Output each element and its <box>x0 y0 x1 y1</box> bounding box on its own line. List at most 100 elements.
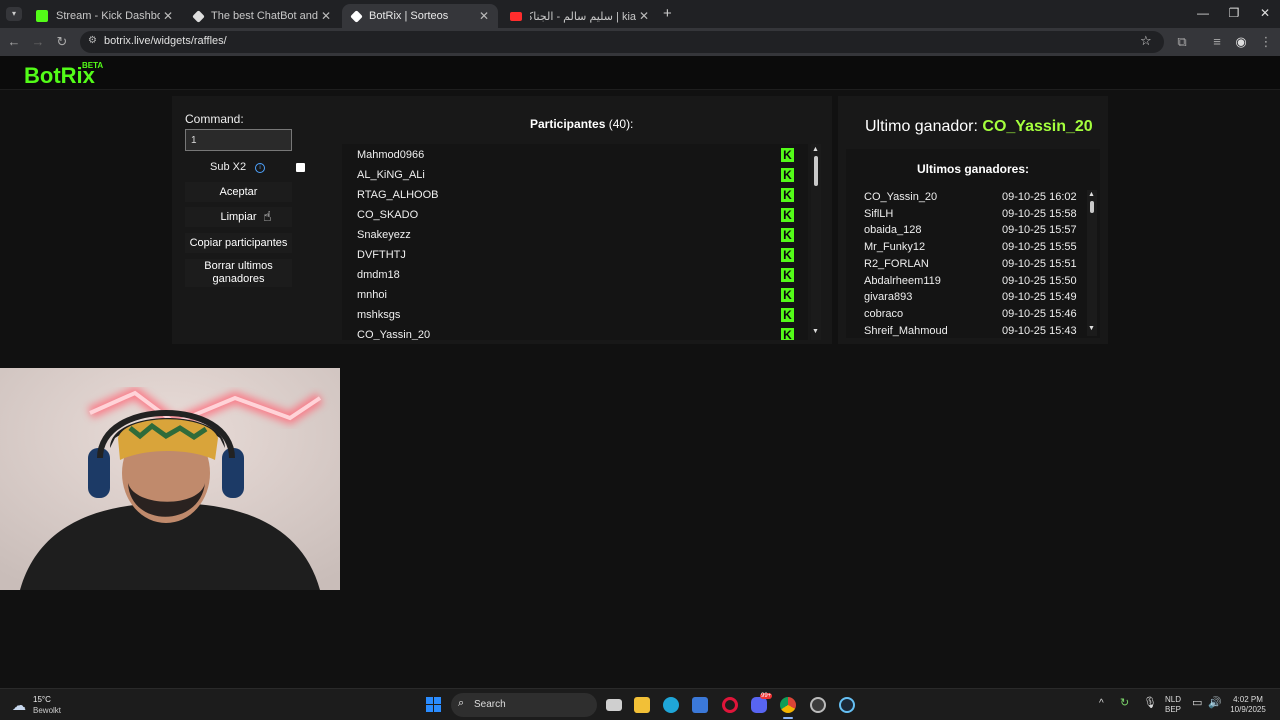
participant-name: CO_SKADO <box>357 209 419 221</box>
volume-icon[interactable]: 🔊 <box>1208 697 1222 710</box>
tab-label: BotRix | Sorteos <box>369 10 449 22</box>
info-icon[interactable]: i <box>255 163 265 173</box>
close-tab-icon[interactable]: ✕ <box>160 9 176 23</box>
discord-icon[interactable] <box>751 697 767 713</box>
reload-icon[interactable]: ↻ <box>53 34 71 50</box>
discord-badge: 99+ <box>760 693 773 699</box>
tab-search-button[interactable]: ▾ <box>6 7 22 21</box>
task-view-icon[interactable] <box>606 699 622 711</box>
sub-x2-checkbox[interactable] <box>296 163 305 172</box>
winner-name: CO_Yassin_20 <box>864 191 938 203</box>
kick-platform-icon: K <box>781 328 794 340</box>
kick-platform-icon: K <box>781 248 794 262</box>
edge-icon[interactable] <box>663 697 679 713</box>
taskbar-search[interactable]: ⌕ Search <box>451 693 597 717</box>
kick-platform-icon: K <box>781 168 794 182</box>
menu-icon[interactable]: ⋮ <box>1257 34 1275 50</box>
recent-winners-heading: Ultimos ganadores: <box>916 162 1030 176</box>
botrix-favicon-icon <box>350 9 363 23</box>
last-winner-name: CO_Yassin_20 <box>982 118 1093 135</box>
weather-widget[interactable]: ☁ 15°C Bewolkt <box>10 694 70 716</box>
scrollbar-thumb[interactable] <box>814 156 818 186</box>
close-tab-icon[interactable]: ✕ <box>636 9 652 23</box>
site-info-icon[interactable]: ⚙ <box>88 35 97 46</box>
winner-name: Mr_Funky12 <box>864 241 926 254</box>
scrollbar-thumb[interactable] <box>1090 201 1094 213</box>
store-icon[interactable] <box>692 697 708 713</box>
search-icon: ⌕ <box>458 697 465 709</box>
clear-button[interactable]: Limpiar <box>185 207 292 227</box>
microphone-icon[interactable]: 🎙 <box>1143 697 1157 710</box>
participant-name: mshksgs <box>357 309 401 321</box>
kick-platform-icon: K <box>781 228 794 242</box>
tab-youtube[interactable]: kia | سليم سالم - الجناكية (3092) ✕ <box>500 4 658 28</box>
scroll-down-icon[interactable]: ▼ <box>812 328 819 335</box>
browser-toolbar: ← → ↻ ⚙ botrix.live/widgets/raffles/ ☆ ⧉… <box>0 28 1280 56</box>
last-winner-label: Ultimo ganador: <box>865 118 978 135</box>
lang-bottom: BEP <box>1164 704 1181 714</box>
media-control-icon[interactable]: ≡ <box>1208 34 1226 49</box>
command-label: Command: <box>185 112 244 126</box>
tab-botrix-sorteos[interactable]: BotRix | Sorteos ✕ <box>342 4 498 28</box>
obs-icon[interactable] <box>810 697 826 713</box>
sync-icon[interactable]: ↻ <box>1120 697 1129 710</box>
chrome-active-indicator <box>783 717 793 719</box>
scroll-up-icon[interactable]: ▲ <box>1088 191 1095 198</box>
participant-name: DVFTHTJ <box>357 249 406 261</box>
tab-botrix-home[interactable]: The best ChatBot and Widgets ✕ <box>184 4 340 28</box>
participants-scrollbar[interactable]: ▲ ▼ <box>811 144 821 340</box>
accept-button[interactable]: Aceptar <box>185 182 292 202</box>
command-input[interactable] <box>185 129 292 151</box>
display-icon[interactable]: ▭ <box>1192 697 1202 710</box>
participant-name: Mahmod0966 <box>357 149 425 161</box>
participants-heading: Participantes (40): <box>530 117 633 131</box>
delete-winners-button[interactable]: Borrar ultimos ganadores <box>185 259 292 287</box>
address-bar[interactable]: ⚙ botrix.live/widgets/raffles/ ☆ <box>80 31 1164 53</box>
participants-list[interactable]: Mahmod0966 K AL_KiNG_ALi K RTAG_ALHOOB K CO_SK… <box>342 144 808 340</box>
restore-icon[interactable]: ❐ <box>1224 6 1244 20</box>
close-tab-icon[interactable]: ✕ <box>476 9 492 23</box>
chrome-icon[interactable] <box>780 697 796 713</box>
kick-platform-icon: K <box>781 188 794 202</box>
new-tab-button[interactable]: + <box>663 5 672 22</box>
back-icon[interactable]: ← <box>5 34 23 49</box>
file-explorer-icon[interactable] <box>634 697 650 713</box>
steam-icon[interactable] <box>839 697 855 713</box>
recent-winners-list[interactable]: CO_Yassin_20 09-10-25 16:02 SiflLH 09-10-25… <box>846 186 1100 338</box>
extensions-icon[interactable]: ⧉ <box>1173 34 1191 50</box>
participant-row: CO_SKADO K <box>342 205 808 225</box>
winner-row: obaida_128 09-10-25 15:57 <box>846 222 1100 239</box>
beta-badge: BETA <box>82 61 104 70</box>
winner-name: R2_FORLAN <box>864 257 929 270</box>
bookmark-star-icon[interactable]: ☆ <box>1140 33 1152 49</box>
copy-participants-button[interactable]: Copiar participantes <box>185 233 292 253</box>
close-window-icon[interactable]: ✕ <box>1255 6 1275 20</box>
profile-icon[interactable]: ◉ <box>1232 34 1250 50</box>
url-text: botrix.live/widgets/raffles/ <box>104 35 227 47</box>
clock[interactable]: 4:02 PM 10/9/2025 <box>1224 695 1272 714</box>
winner-date: 09-10-25 15:43 <box>1002 324 1077 337</box>
start-button-icon[interactable] <box>426 697 441 712</box>
participant-name: dmdm18 <box>357 269 400 281</box>
scroll-down-icon[interactable]: ▼ <box>1088 325 1095 332</box>
scroll-up-icon[interactable]: ▲ <box>812 146 819 153</box>
tab-kick-dashboard[interactable]: Stream - Kick Dashboard ✕ <box>26 4 182 28</box>
winner-name: obaida_128 <box>864 224 922 237</box>
youtube-favicon-icon <box>510 11 522 21</box>
participant-name: CO_Yassin_20 <box>357 329 431 340</box>
forward-icon[interactable]: → <box>29 34 47 49</box>
winner-date: 09-10-25 15:49 <box>1002 291 1077 304</box>
tab-label: kia | سليم سالم - الجناكية (3092) <box>530 10 636 23</box>
kick-platform-icon: K <box>781 208 794 222</box>
show-hidden-icons[interactable]: ^ <box>1099 698 1104 710</box>
opera-gx-icon[interactable] <box>722 697 738 713</box>
language-indicator[interactable]: NLD BEP <box>1160 695 1186 714</box>
winners-scrollbar[interactable]: ▲ ▼ <box>1087 190 1097 336</box>
participant-name: AL_KiNG_ALi <box>357 169 425 181</box>
winner-date: 09-10-25 15:51 <box>1002 257 1077 270</box>
minimize-icon[interactable]: — <box>1193 6 1213 20</box>
winner-name: SiflLH <box>864 207 894 220</box>
winner-name: givara893 <box>864 291 913 304</box>
close-tab-icon[interactable]: ✕ <box>318 9 334 23</box>
participant-name: Snakeyezz <box>357 229 411 241</box>
